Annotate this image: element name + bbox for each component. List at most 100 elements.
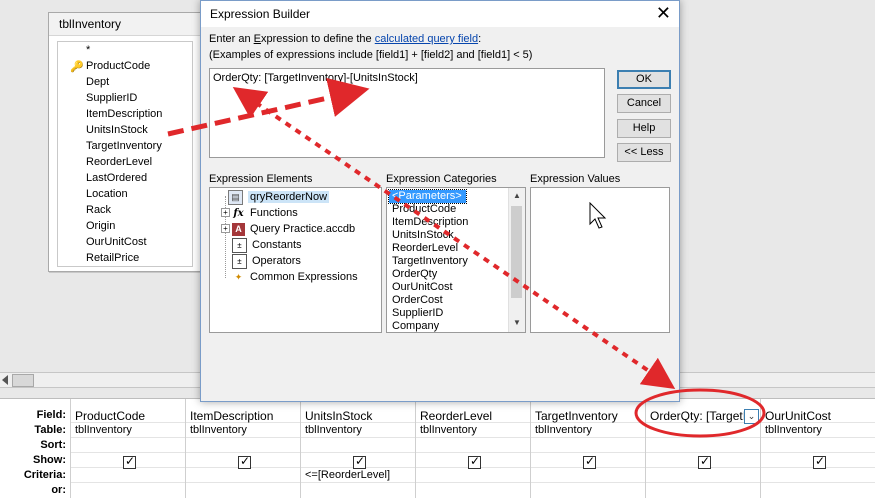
category-item[interactable]: Company	[389, 320, 509, 332]
field-item[interactable]: TargetInventory	[58, 138, 192, 154]
tree-item-functions[interactable]: fx Functions	[232, 205, 297, 221]
expand-icon[interactable]: +	[221, 224, 230, 233]
field-item[interactable]: ReorderLevel	[58, 154, 192, 170]
scroll-thumb[interactable]	[12, 374, 34, 387]
category-item[interactable]: OrderCost	[389, 294, 509, 307]
expression-categories-list[interactable]: <Parameters> ProductCode ItemDescription…	[386, 187, 526, 333]
field-item[interactable]: Location	[58, 186, 192, 202]
database-icon: A	[232, 222, 245, 236]
examples-text: (Examples of expressions include [field1…	[209, 49, 533, 61]
show-checkbox[interactable]	[583, 454, 596, 469]
grid-column[interactable]: UnitsInStock tblInventory <=[ReorderLeve…	[300, 399, 416, 498]
categories-scrollbar[interactable]: ▲ ▼	[508, 188, 525, 332]
tree-item-constants[interactable]: ± Constants	[232, 237, 302, 253]
scroll-left-icon[interactable]	[2, 375, 8, 385]
less-button[interactable]: << Less	[617, 143, 671, 162]
calculated-query-field-link[interactable]: calculated query field	[375, 33, 478, 45]
table-cell[interactable]: tblInventory	[420, 424, 530, 436]
scroll-down-icon[interactable]: ▼	[513, 318, 521, 327]
help-button[interactable]: Help	[617, 119, 671, 138]
field-cell[interactable]: ProductCode	[75, 409, 185, 423]
field-list[interactable]: * 🔑 ProductCode Dept SupplierID ItemDescr…	[57, 41, 193, 267]
scroll-thumb[interactable]	[511, 206, 522, 298]
tree-item-qryreordernow[interactable]: ▤ qryReorderNow	[228, 189, 330, 205]
category-item[interactable]: ReorderLevel	[389, 242, 509, 255]
common-expressions-icon: ✦	[234, 271, 243, 282]
operators-icon: ±	[232, 253, 247, 269]
grid-column[interactable]: ItemDescription tblInventory	[185, 399, 301, 498]
field-item[interactable]: OurUnitCost	[58, 234, 192, 250]
tree-item-operators[interactable]: ± Operators	[232, 253, 301, 269]
category-item[interactable]: UnitsInStock	[389, 229, 509, 242]
tree-item-common-expressions[interactable]: ✦ Common Expressions	[232, 269, 358, 285]
scroll-up-icon[interactable]: ▲	[513, 191, 521, 200]
field-cell[interactable]: ReorderLevel	[420, 409, 530, 423]
field-item[interactable]: UnitsInStock	[58, 122, 192, 138]
category-item[interactable]: OurUnitCost	[389, 281, 509, 294]
field-item[interactable]: *	[58, 42, 192, 58]
query-design-grid[interactable]: Field: Table: Sort: Show: Criteria: or: …	[0, 398, 875, 498]
field-item[interactable]: ItemDescription	[58, 106, 192, 122]
calculated-field-cell[interactable]: OrderQty: [TargetIn	[650, 409, 747, 423]
expression-values-list[interactable]	[530, 187, 670, 333]
table-cell[interactable]: tblInventory	[190, 424, 300, 436]
cancel-button[interactable]: Cancel	[617, 94, 671, 113]
functions-icon: fx	[233, 207, 244, 219]
field-cell[interactable]: ItemDescription	[190, 409, 300, 423]
expression-elements-tree[interactable]: ▤ qryReorderNow + fx Functions + A Query Pr…	[209, 187, 382, 333]
table-cell[interactable]: tblInventory	[305, 424, 415, 436]
grid-column-calculated[interactable]: OrderQty: [TargetIn ⌄	[645, 399, 761, 498]
table-title: tblInventory	[49, 13, 201, 36]
field-item[interactable]: LastOrdered	[58, 170, 192, 186]
field-item-primary-key[interactable]: 🔑 ProductCode	[58, 58, 192, 74]
expression-builder-dialog[interactable]: Expression Builder ✕ Enter an Expression…	[200, 0, 680, 402]
field-cell[interactable]: TargetInventory	[535, 409, 645, 423]
show-checkbox[interactable]	[468, 454, 481, 469]
field-cell[interactable]: OurUnitCost	[765, 409, 875, 423]
row-label-or: or:	[51, 484, 66, 496]
criteria-cell[interactable]: <=[ReorderLevel]	[305, 469, 415, 481]
row-label-sort: Sort:	[40, 439, 66, 451]
expression-input[interactable]: OrderQty: [TargetInventory]-[UnitsInStoc…	[209, 68, 605, 158]
instruction-text: Enter an Expression to define the calcul…	[209, 33, 482, 45]
show-checkbox[interactable]	[813, 454, 826, 469]
values-label: Expression Values	[530, 173, 621, 185]
grid-column[interactable]: OurUnitCost tblInventory	[760, 399, 875, 498]
table-cell[interactable]: tblInventory	[535, 424, 645, 436]
query-icon: ▤	[228, 189, 243, 205]
category-item[interactable]: OrderQty	[389, 268, 509, 281]
show-checkbox[interactable]	[353, 454, 366, 469]
show-checkbox[interactable]	[238, 454, 251, 469]
table-cell[interactable]: tblInventory	[765, 424, 875, 436]
grid-column[interactable]: TargetInventory tblInventory	[530, 399, 646, 498]
field-item[interactable]: SupplierID	[58, 90, 192, 106]
constants-icon: ±	[232, 237, 247, 253]
field-item[interactable]: Dept	[58, 74, 192, 90]
category-item[interactable]: ProductCode	[389, 203, 509, 216]
grid-column[interactable]: ReorderLevel tblInventory	[415, 399, 531, 498]
dialog-title: Expression Builder	[201, 1, 679, 27]
close-icon[interactable]: ✕	[656, 4, 671, 22]
table-field-list[interactable]: tblInventory * 🔑 ProductCode Dept Supplie…	[48, 12, 202, 272]
table-cell[interactable]: tblInventory	[75, 424, 185, 436]
category-item[interactable]: ItemDescription	[389, 216, 509, 229]
expression-text: OrderQty: [TargetInventory]-[UnitsInStoc…	[213, 72, 418, 84]
dropdown-arrow-icon[interactable]: ⌄	[744, 409, 759, 424]
row-label-table: Table:	[34, 424, 66, 436]
field-cell[interactable]: UnitsInStock	[305, 409, 415, 423]
dialog-body: Enter an Expression to define the calcul…	[201, 27, 679, 401]
category-item[interactable]: TargetInventory	[389, 255, 509, 268]
grid-column[interactable]: ProductCode tblInventory	[70, 399, 186, 498]
expand-icon[interactable]: +	[221, 208, 230, 217]
field-item[interactable]: Rack	[58, 202, 192, 218]
categories-label: Expression Categories	[386, 173, 497, 185]
tree-item-database[interactable]: A Query Practice.accdb	[232, 221, 355, 237]
category-item-selected[interactable]: <Parameters>	[388, 189, 467, 204]
ok-button[interactable]: OK	[617, 70, 671, 89]
elements-label: Expression Elements	[209, 173, 313, 185]
show-checkbox[interactable]	[698, 454, 711, 469]
field-item[interactable]: Origin	[58, 218, 192, 234]
category-item[interactable]: SupplierID	[389, 307, 509, 320]
field-item[interactable]: RetailPrice	[58, 250, 192, 266]
show-checkbox[interactable]	[123, 454, 136, 469]
